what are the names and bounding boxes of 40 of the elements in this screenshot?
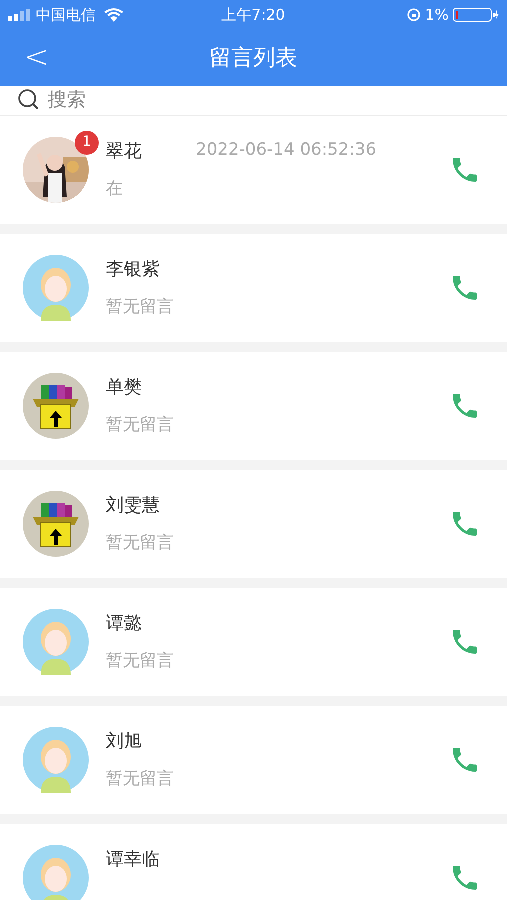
contact-row[interactable]: 谭懿 暂无留言 (0, 588, 507, 696)
contact-name: 单樊 (106, 376, 143, 400)
contact-name: 翠花 (106, 140, 143, 164)
battery-percent: 1% (425, 4, 449, 26)
clock-time: 上午7:20 (222, 4, 286, 26)
contact-row[interactable]: 谭幸临 (0, 824, 507, 900)
search-field[interactable]: 搜索 (48, 86, 489, 114)
message-preview: 暂无留言 (106, 414, 175, 436)
person-avatar-icon (23, 608, 89, 674)
rotation-lock-icon (407, 8, 422, 22)
wifi-icon (104, 8, 124, 22)
page-title: 留言列表 (210, 44, 298, 72)
message-preview: 在 (106, 178, 124, 200)
person-avatar-icon (23, 726, 89, 792)
search-bar[interactable]: 搜索 (0, 86, 507, 116)
contact-name: 刘旭 (106, 730, 143, 754)
contact-name: 刘雯慧 (106, 494, 161, 518)
person-avatar-icon (23, 254, 89, 320)
person-avatar-icon (23, 844, 89, 900)
signal-icon (8, 9, 32, 21)
search-icon (18, 89, 40, 112)
contact-row[interactable]: 1 翠花 2022-06-14 06:52:36 在 (0, 116, 507, 224)
contact-name: 谭懿 (106, 612, 143, 636)
contact-name: 谭幸临 (106, 848, 161, 872)
carrier-name: 中国电信 (36, 4, 96, 26)
message-preview: 暂无留言 (106, 296, 175, 318)
archive-box-icon (23, 490, 89, 556)
contact-row[interactable]: 单樊 暂无留言 (0, 352, 507, 460)
back-button[interactable]: < (16, 43, 58, 73)
message-preview: 暂无留言 (106, 768, 175, 790)
contact-row[interactable]: 刘旭 暂无留言 (0, 706, 507, 814)
contact-name: 李银紫 (106, 258, 161, 282)
message-preview: 暂无留言 (106, 650, 175, 672)
archive-box-icon (23, 372, 89, 438)
contact-row[interactable]: 李银紫 暂无留言 (0, 234, 507, 342)
battery-icon (453, 8, 499, 22)
contact-row[interactable]: 刘雯慧 暂无留言 (0, 470, 507, 578)
unread-badge: 1 (75, 130, 99, 154)
message-time: 2022-06-14 06:52:36 (196, 139, 377, 162)
message-preview: 暂无留言 (106, 532, 175, 554)
